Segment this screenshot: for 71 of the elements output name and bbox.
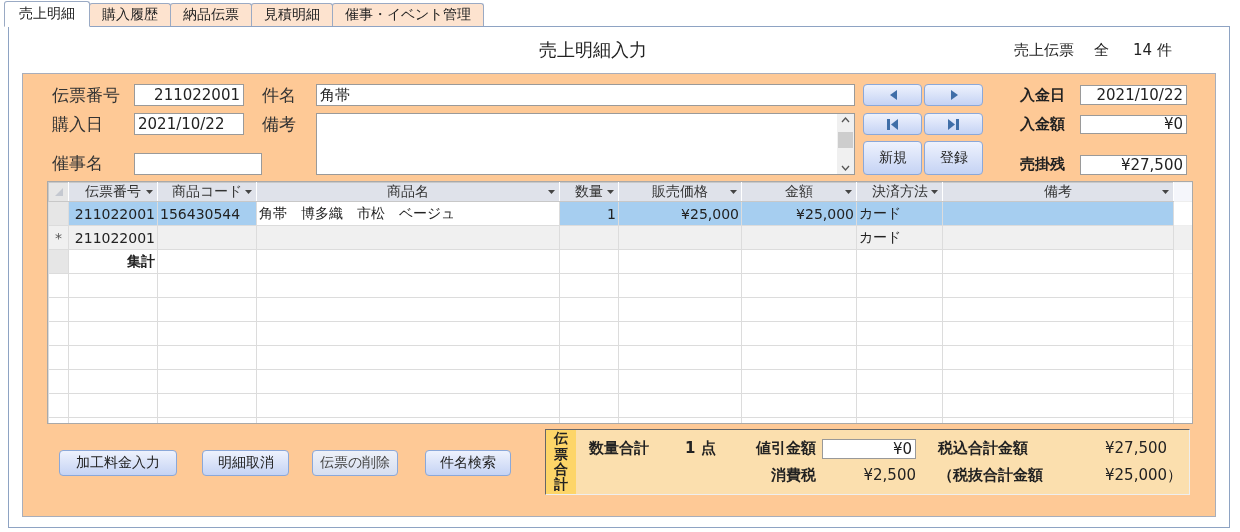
table-cell: 211022001	[74, 205, 155, 222]
total-value: ¥27,500	[1105, 439, 1169, 459]
register-button[interactable]: 登録	[924, 141, 983, 175]
scrollbar-thumb[interactable]	[838, 132, 853, 148]
field-label: 購入日	[52, 113, 104, 135]
table-cell: ¥25,000	[796, 205, 854, 222]
action-button[interactable]: 件名検索	[425, 450, 511, 476]
first-record-button[interactable]	[863, 113, 922, 135]
total-label: 数量合計	[589, 439, 650, 459]
dropdown-icon	[548, 190, 555, 194]
previous-button[interactable]	[863, 84, 922, 106]
table-cell: 156430544	[160, 205, 241, 222]
dropdown-icon	[607, 190, 614, 194]
table-cell: 角帯 博多織 市松 ベージュ	[259, 204, 455, 221]
record-count: 14 件	[1133, 41, 1172, 60]
total-label: 税込合計金額	[938, 439, 1029, 459]
dropdown-icon	[1162, 190, 1169, 194]
form-title: 売上明細入力	[538, 38, 648, 62]
tab[interactable]: 催事・イベント管理	[332, 3, 484, 26]
date-field[interactable]: 2021/10/22	[134, 113, 244, 135]
total-value: 1 点	[685, 439, 717, 459]
field-label: 入金額	[1020, 113, 1066, 135]
total-value: ¥25,000）	[1105, 466, 1184, 486]
table-cell: 211022001	[74, 229, 155, 246]
select-all-icon	[53, 187, 64, 197]
table-cell: ¥25,000	[681, 205, 739, 222]
record-scope: 全	[1094, 41, 1109, 60]
last-record-button[interactable]	[924, 113, 983, 135]
total-value: ¥2,500	[862, 466, 916, 486]
slip-number-field[interactable]: 211022001	[134, 84, 244, 106]
total-label: 消費税	[770, 466, 816, 486]
field-label: 件名	[262, 84, 297, 106]
dropdown-icon	[730, 190, 737, 194]
date-field[interactable]: 2021/10/22	[1080, 85, 1187, 105]
event-name-field[interactable]	[134, 153, 262, 175]
total-label: 値引金額	[754, 439, 816, 459]
field-label: 入金日	[1020, 84, 1066, 106]
dropdown-icon	[845, 190, 852, 194]
field-label: 催事名	[52, 151, 104, 175]
field-label: 売掛残	[1020, 153, 1066, 175]
scroll-up-icon	[841, 117, 850, 123]
dropdown-icon	[146, 190, 153, 194]
table-cell: 1	[607, 205, 616, 222]
amount-field[interactable]: ¥27,500	[1080, 155, 1187, 175]
table-cell: カード	[859, 204, 901, 221]
tab[interactable]: 見積明細	[251, 3, 333, 26]
scroll-down-icon	[841, 165, 850, 171]
amount-field[interactable]: ¥0	[1080, 114, 1187, 134]
field-label: 備考	[262, 113, 297, 135]
action-button[interactable]: 明細取消	[202, 450, 289, 476]
last-record-icon	[948, 117, 959, 131]
dropdown-icon	[931, 190, 938, 194]
tab[interactable]: 購入履歴	[89, 3, 171, 26]
new-button[interactable]: 新規	[863, 141, 922, 175]
action-button[interactable]: 加工料金入力	[59, 450, 177, 476]
remarks-field[interactable]	[316, 113, 855, 175]
record-label: 売上伝票	[1014, 41, 1074, 60]
table-cell: カード	[859, 228, 901, 245]
total-label: 集計	[127, 252, 155, 269]
dropdown-icon	[245, 190, 252, 194]
discount-field[interactable]: ¥0	[822, 439, 916, 459]
next-button[interactable]	[924, 84, 983, 106]
subject-field[interactable]: 角帯	[316, 84, 855, 106]
tab[interactable]: 納品伝票	[170, 3, 252, 26]
next-icon	[948, 89, 959, 101]
total-label: （税抜合計金額	[938, 466, 1044, 486]
first-record-icon	[887, 117, 898, 131]
field-label: 伝票番号	[52, 84, 121, 106]
panel-label: 伝票合計	[554, 431, 568, 493]
new-row-marker: *	[55, 229, 62, 246]
tab[interactable]: 売上明細	[4, 1, 90, 27]
